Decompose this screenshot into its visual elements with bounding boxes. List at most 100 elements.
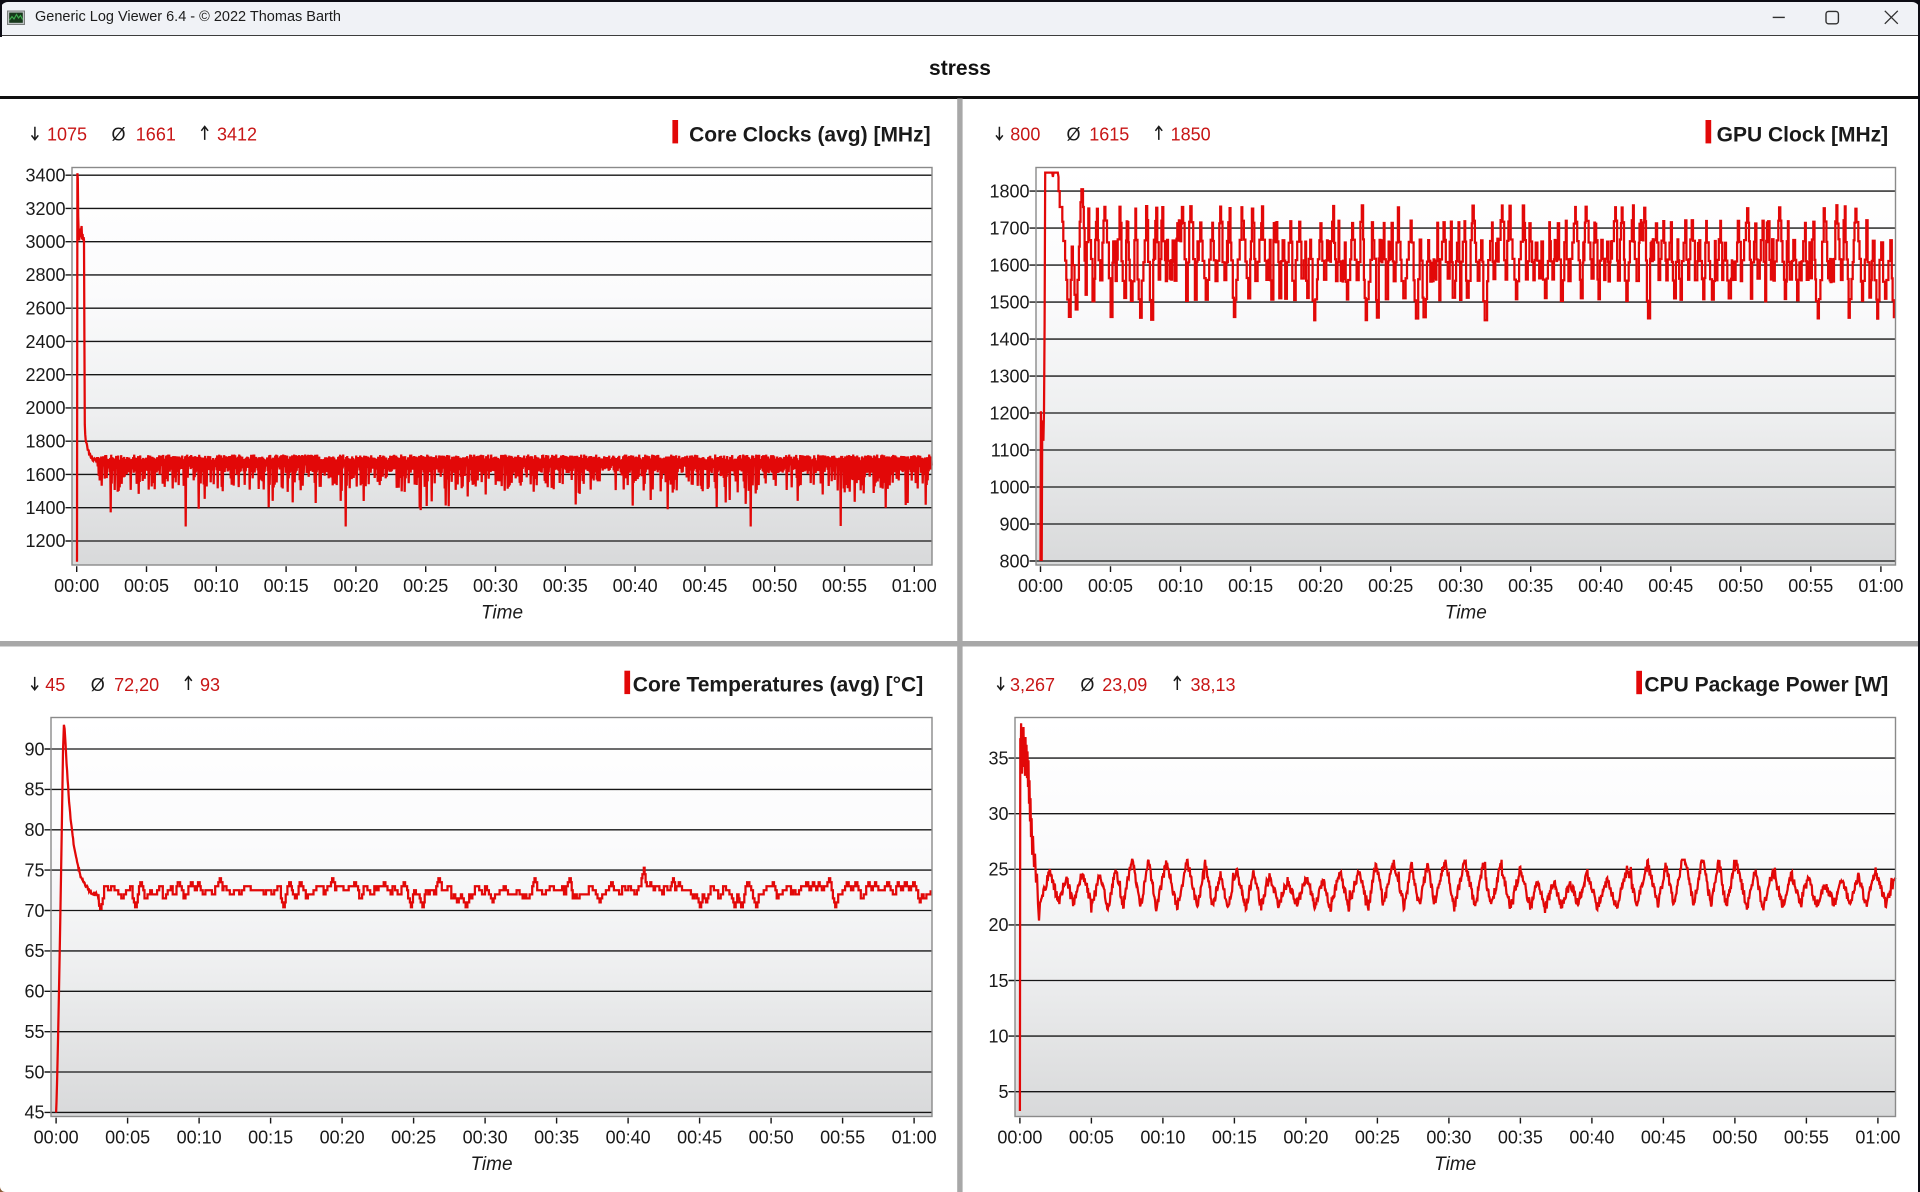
svg-text:90: 90 [24,739,44,759]
svg-text:Core Temperatures (avg) [°C]: Core Temperatures (avg) [°C] [633,673,923,696]
svg-text:1400: 1400 [25,498,65,518]
svg-text:00:50: 00:50 [749,1128,794,1148]
svg-text:00:40: 00:40 [1578,576,1623,596]
svg-text:1500: 1500 [989,292,1029,312]
svg-text:15: 15 [988,971,1008,991]
svg-text:CPU Package Power [W]: CPU Package Power [W] [1644,673,1888,696]
svg-text:00:45: 00:45 [1648,576,1693,596]
svg-text:00:40: 00:40 [606,1128,651,1148]
svg-text:1600: 1600 [25,465,65,485]
svg-text:1100: 1100 [991,440,1030,460]
svg-text:1075: 1075 [47,125,87,145]
svg-text:65: 65 [24,941,44,961]
svg-text:2800: 2800 [25,265,65,285]
svg-text:00:55: 00:55 [1788,576,1833,596]
svg-text:00:35: 00:35 [1508,576,1553,596]
svg-text:3200: 3200 [25,199,65,219]
svg-text:2000: 2000 [25,398,65,418]
svg-text:72,20: 72,20 [114,675,159,695]
svg-text:00:15: 00:15 [248,1128,293,1148]
svg-text:00:05: 00:05 [1069,1128,1114,1148]
svg-text:00:30: 00:30 [473,576,518,596]
svg-text:00:00: 00:00 [1018,576,1063,596]
svg-text:00:05: 00:05 [124,576,169,596]
svg-text:00:55: 00:55 [1784,1128,1829,1148]
svg-text:00:45: 00:45 [677,1128,722,1148]
svg-text:1000: 1000 [989,477,1029,497]
svg-text:1400: 1400 [989,329,1029,349]
svg-text:Ø: Ø [1080,675,1094,695]
svg-text:1800: 1800 [25,432,65,452]
svg-text:1850: 1850 [1171,125,1211,145]
svg-text:00:30: 00:30 [463,1128,508,1148]
svg-text:00:05: 00:05 [105,1128,150,1148]
svg-text:55: 55 [24,1022,44,1042]
svg-text:1200: 1200 [989,403,1029,423]
svg-text:00:30: 00:30 [1426,1128,1471,1148]
svg-text:00:20: 00:20 [320,1128,365,1148]
svg-text:01:00: 01:00 [1858,576,1903,596]
svg-text:00:20: 00:20 [1283,1128,1328,1148]
svg-text:1700: 1700 [989,218,1029,238]
svg-text:00:25: 00:25 [391,1128,436,1148]
svg-text:00:50: 00:50 [1718,576,1763,596]
svg-text:00:45: 00:45 [1641,1128,1686,1148]
svg-text:00:25: 00:25 [1355,1128,1400,1148]
svg-text:00:20: 00:20 [333,576,378,596]
svg-text:5: 5 [998,1082,1008,1102]
svg-text:01:00: 01:00 [892,576,937,596]
svg-text:2400: 2400 [25,332,65,352]
svg-text:00:00: 00:00 [54,576,99,596]
svg-text:80: 80 [24,820,44,840]
svg-text:00:35: 00:35 [543,576,588,596]
svg-text:1661: 1661 [136,125,176,145]
svg-text:20: 20 [988,915,1008,935]
svg-text:38,13: 38,13 [1191,675,1236,695]
svg-text:800: 800 [999,551,1029,571]
svg-text:Time: Time [1445,603,1487,624]
svg-text:50: 50 [24,1062,44,1082]
svg-text:00:25: 00:25 [403,576,448,596]
svg-text:00:35: 00:35 [534,1128,579,1148]
svg-text:25: 25 [988,860,1008,880]
svg-text:00:10: 00:10 [1158,576,1203,596]
svg-text:45: 45 [24,1103,44,1123]
svg-text:Time: Time [1434,1154,1476,1175]
svg-text:00:00: 00:00 [997,1128,1042,1148]
svg-text:GPU Clock [MHz]: GPU Clock [MHz] [1717,123,1889,146]
svg-text:30: 30 [988,804,1008,824]
svg-text:3412: 3412 [217,125,257,145]
svg-text:00:10: 00:10 [177,1128,222,1148]
svg-text:75: 75 [24,860,44,880]
svg-text:00:40: 00:40 [1569,1128,1614,1148]
svg-text:900: 900 [999,514,1029,534]
svg-text:2200: 2200 [25,365,65,385]
svg-text:45: 45 [45,675,65,695]
svg-text:00:50: 00:50 [752,576,797,596]
svg-text:01:00: 01:00 [892,1128,937,1148]
svg-text:1600: 1600 [989,255,1029,275]
svg-text:Time: Time [470,1154,512,1175]
svg-text:00:50: 00:50 [1712,1128,1757,1148]
svg-text:00:15: 00:15 [1212,1128,1257,1148]
svg-text:00:10: 00:10 [1140,1128,1185,1148]
svg-text:2600: 2600 [25,299,65,319]
svg-text:85: 85 [24,780,44,800]
svg-text:23,09: 23,09 [1102,675,1147,695]
svg-text:3000: 3000 [25,232,65,252]
svg-text:800: 800 [1010,125,1040,145]
svg-text:70: 70 [24,901,44,921]
svg-text:00:05: 00:05 [1088,576,1133,596]
svg-text:1800: 1800 [989,181,1029,201]
svg-text:Core Clocks (avg) [MHz]: Core Clocks (avg) [MHz] [689,123,931,146]
svg-text:00:35: 00:35 [1498,1128,1543,1148]
svg-text:00:15: 00:15 [264,576,309,596]
svg-text:00:45: 00:45 [682,576,727,596]
svg-text:00:15: 00:15 [1228,576,1273,596]
svg-text:3,267: 3,267 [1010,675,1055,695]
svg-text:00:10: 00:10 [194,576,239,596]
svg-text:00:55: 00:55 [822,576,867,596]
svg-text:93: 93 [200,675,220,695]
svg-text:00:25: 00:25 [1368,576,1413,596]
svg-text:Ø: Ø [91,675,105,695]
